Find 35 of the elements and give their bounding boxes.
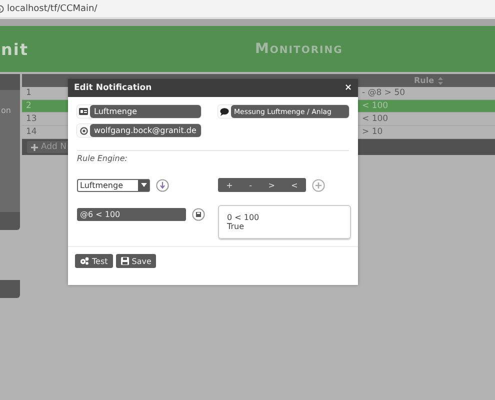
page-title: Monitoring [255,41,343,57]
plus-icon [31,144,38,150]
caret-icon [140,183,146,187]
close-button[interactable]: × [344,83,352,93]
operator-button[interactable]: - [246,180,255,190]
table-cell: < 100 [362,114,388,124]
expression-field[interactable]: @6 < 100 [77,208,186,221]
gears-icon [80,257,89,265]
result-line: 0 < 100 [227,213,260,222]
sidebar-header [0,74,20,90]
section-label: Rule Engine: [77,154,128,163]
save-icon[interactable] [192,208,205,221]
table-cell: > 10 [362,127,383,137]
sort-icon[interactable] [438,76,444,84]
logo-text: nit [1,40,29,58]
id-card-icon [79,108,88,115]
url-text: localhost/tf/CCMain/ [7,4,98,14]
table-cell: < 100 [362,101,388,111]
plus-icon[interactable] [312,178,325,192]
table-cell: 2 [26,101,32,111]
variable-select[interactable]: Luftmenge [77,178,150,192]
result-line: True [227,222,245,231]
operator-button[interactable]: < [288,180,301,190]
test-button[interactable]: Test [75,254,113,268]
operator-button[interactable]: > [265,180,278,190]
address-bar[interactable]: localhost/tf/CCMain/ [0,0,495,17]
table-cell: 14 [26,127,37,137]
table-cell: - @8 > 50 [362,88,406,98]
table-cell: 1 [26,88,32,98]
dialog-title: Edit Notification [74,83,152,93]
save-button[interactable]: Save [116,254,156,268]
operator-button[interactable]: + [223,180,236,190]
save-icon [120,257,129,265]
table-cell: 13 [26,114,37,124]
speech-bubble-icon [220,108,229,116]
